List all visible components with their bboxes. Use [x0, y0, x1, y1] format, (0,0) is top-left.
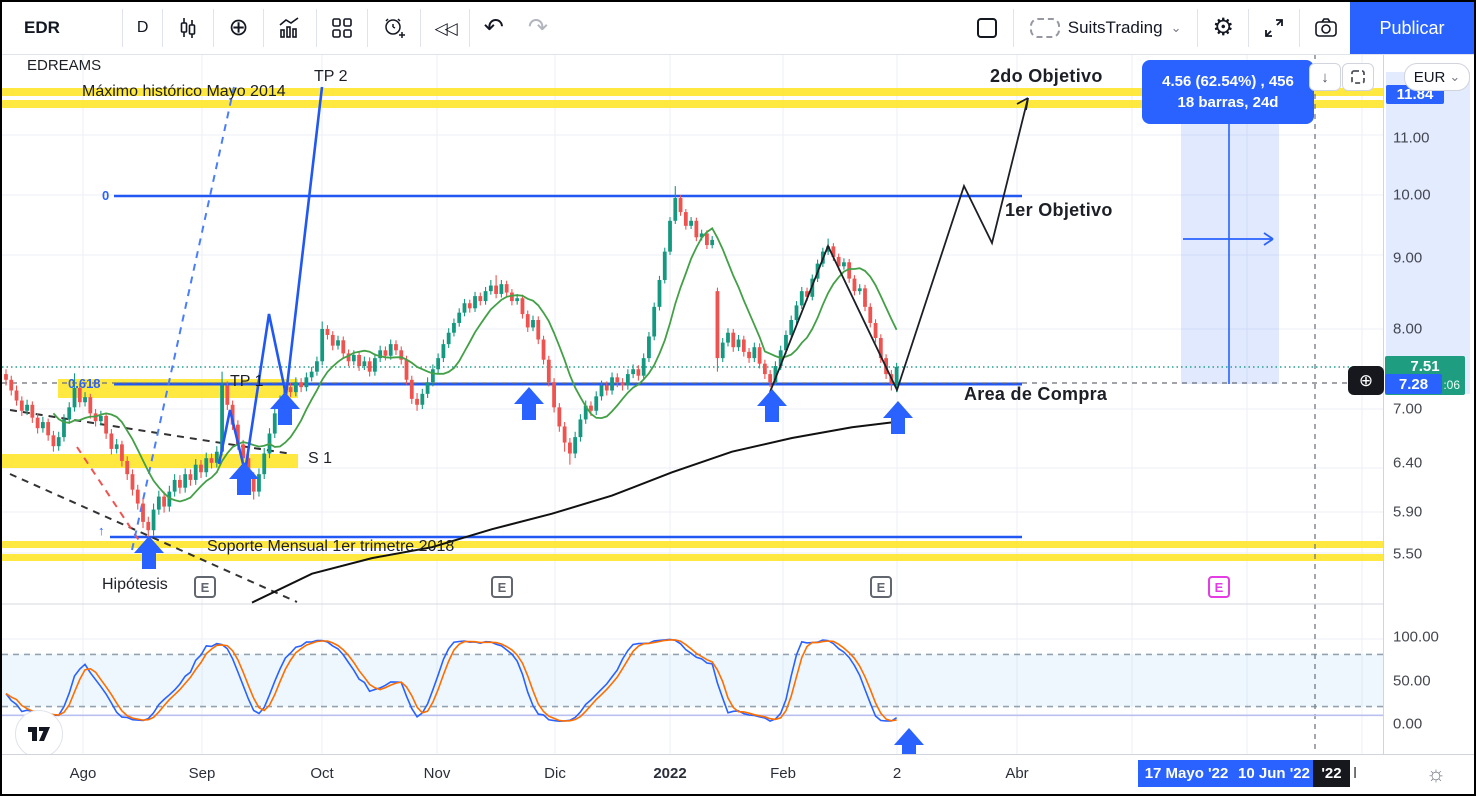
bar-countdown: :06	[1443, 378, 1460, 392]
date-range-label: 10 Jun '22	[1235, 760, 1313, 787]
price-tick: 8.00	[1393, 320, 1422, 337]
indicator-tick: 100.00	[1393, 629, 1439, 646]
price-tick: 6.40	[1393, 454, 1422, 471]
toolbar-separator	[469, 9, 470, 47]
blue-dashed[interactable]	[132, 87, 234, 550]
toolbar-separator	[420, 9, 421, 47]
time-tick: Oct	[310, 765, 333, 782]
earnings-marker[interactable]: E	[194, 576, 216, 598]
buy-arrow-marker[interactable]	[134, 536, 164, 569]
price-tick: 5.50	[1393, 545, 1422, 562]
layout-grid-icon[interactable]	[319, 9, 365, 47]
chevron-down-icon: ⌄	[1449, 69, 1460, 85]
label-2do-objetivo[interactable]: 2do Objetivo	[990, 66, 1103, 87]
currency-selector[interactable]: EUR⌄	[1404, 63, 1470, 91]
redo-icon[interactable]: ↷	[516, 9, 560, 47]
measurement-line1: 4.56 (62.54%) , 456	[1162, 71, 1294, 92]
account-name: SuitsTrading	[1068, 18, 1163, 38]
black-projection-zigzag[interactable]	[770, 98, 1028, 392]
measurement-line2: 18 barras, 24d	[1178, 92, 1279, 113]
fullscreen-icon[interactable]	[1251, 9, 1297, 47]
price-scale[interactable]: 11.00 10.00 9.00 8.00 7.00 6.40 5.90 5.50 100.00…	[1383, 54, 1476, 755]
account-menu[interactable]: SuitsTrading ⌄	[1016, 18, 1196, 38]
scroll-to-recent-icon[interactable]: ↓	[1309, 63, 1341, 91]
top-toolbar: EDR D ⊕ ◁◁ ↶ ↷	[2, 2, 1474, 55]
toolbar-separator	[1299, 9, 1300, 47]
chevron-down-icon: ⌄	[1171, 20, 1182, 36]
toolbar-separator	[213, 9, 214, 47]
label-area-de-compra[interactable]: Area de Compra	[964, 384, 1107, 405]
publish-button[interactable]: Publicar	[1350, 2, 1474, 54]
label-soporte-mensual[interactable]: Soporte Mensual 1er trimetre 2018	[207, 538, 454, 556]
settings-gear-icon[interactable]: ⚙	[1200, 9, 1246, 47]
tradingview-window: EDR D ⊕ ◁◁ ↶ ↷	[0, 0, 1476, 796]
toolbar-separator	[316, 9, 317, 47]
indicator-tick: 0.00	[1393, 716, 1422, 733]
time-tick: 2022	[653, 765, 686, 782]
restore-view-icon[interactable]	[1342, 63, 1374, 91]
earnings-marker[interactable]: E	[1208, 576, 1230, 598]
theme-sun-icon[interactable]: ☼	[1426, 761, 1446, 787]
price-tick: 5.90	[1393, 503, 1422, 520]
alert-add-icon[interactable]	[370, 9, 418, 47]
symbol-button[interactable]: EDR	[2, 9, 120, 47]
label-s1[interactable]: S 1	[308, 450, 332, 468]
date-range-label: 17 Mayo '22	[1138, 760, 1235, 787]
replay-icon[interactable]: ◁◁	[423, 9, 467, 47]
buy-arrow-marker[interactable]	[883, 401, 913, 434]
add-alert-plus-icon[interactable]: ⊕	[1348, 366, 1384, 395]
label-fib-0[interactable]: 0	[102, 188, 109, 203]
price-tick: 11.00	[1393, 129, 1429, 146]
interval-button[interactable]: D	[125, 9, 161, 47]
label-tp1[interactable]: TP 1	[230, 373, 264, 391]
snapshot-camera-icon[interactable]	[1302, 9, 1350, 47]
candlestick-style-icon[interactable]	[165, 9, 211, 47]
time-tick: 2	[893, 765, 901, 782]
level-price-label: 7.28	[1385, 374, 1442, 394]
price-scale-selection	[1386, 72, 1470, 394]
toolbar-separator	[367, 9, 368, 47]
time-tick: Nov	[424, 765, 451, 782]
buy-arrow-marker[interactable]	[514, 387, 544, 420]
label-tp2[interactable]: TP 2	[314, 68, 348, 86]
label-hipotesis[interactable]: Hipótesis	[102, 576, 168, 594]
toolbar-separator	[263, 9, 264, 47]
measure-range-band[interactable]	[1181, 124, 1279, 384]
price-tick: 9.00	[1393, 250, 1422, 267]
label-up-glyph[interactable]: ↑	[98, 523, 105, 538]
price-tick: 7.00	[1393, 401, 1422, 418]
toolbar-separator	[1197, 9, 1198, 47]
toolbar-separator	[1013, 9, 1014, 47]
watchlist-panel-icon[interactable]	[963, 9, 1011, 47]
undo-icon[interactable]: ↶	[472, 9, 516, 47]
date-range-label: '22	[1313, 760, 1350, 787]
band-s1[interactable]	[2, 454, 298, 468]
symbol-watermark-label: EDREAMS	[27, 57, 101, 74]
time-tick: Ago	[70, 765, 97, 782]
label-1er-objetivo[interactable]: 1er Objetivo	[1005, 200, 1113, 221]
compare-add-icon[interactable]: ⊕	[216, 9, 260, 47]
indicators-icon[interactable]	[266, 9, 314, 47]
time-tick: l	[1353, 765, 1356, 782]
earnings-marker[interactable]: E	[491, 576, 513, 598]
tradingview-logo[interactable]	[15, 710, 63, 758]
time-tick: Abr	[1005, 765, 1028, 782]
time-axis[interactable]: Ago Sep Oct Nov Dic 2022 Feb 2 Abr l 17 Mayo '221…	[2, 754, 1474, 794]
time-tick: Dic	[544, 765, 566, 782]
label-fib-0618[interactable]: 0.618	[68, 376, 101, 391]
label-maximo-historico[interactable]: Máximo histórico Mayo 2014	[82, 83, 286, 101]
time-tick: Sep	[189, 765, 216, 782]
indicator-tick: 50.00	[1393, 672, 1431, 689]
price-tick: 10.00	[1393, 187, 1431, 204]
cloud-sync-icon	[1030, 18, 1060, 38]
time-tick: Feb	[770, 765, 796, 782]
earnings-marker[interactable]: E	[870, 576, 892, 598]
toolbar-separator	[1248, 9, 1249, 47]
toolbar-separator	[162, 9, 163, 47]
measurement-tooltip[interactable]: 4.56 (62.54%) , 456 18 barras, 24d	[1142, 60, 1314, 124]
toolbar-separator	[122, 9, 123, 47]
